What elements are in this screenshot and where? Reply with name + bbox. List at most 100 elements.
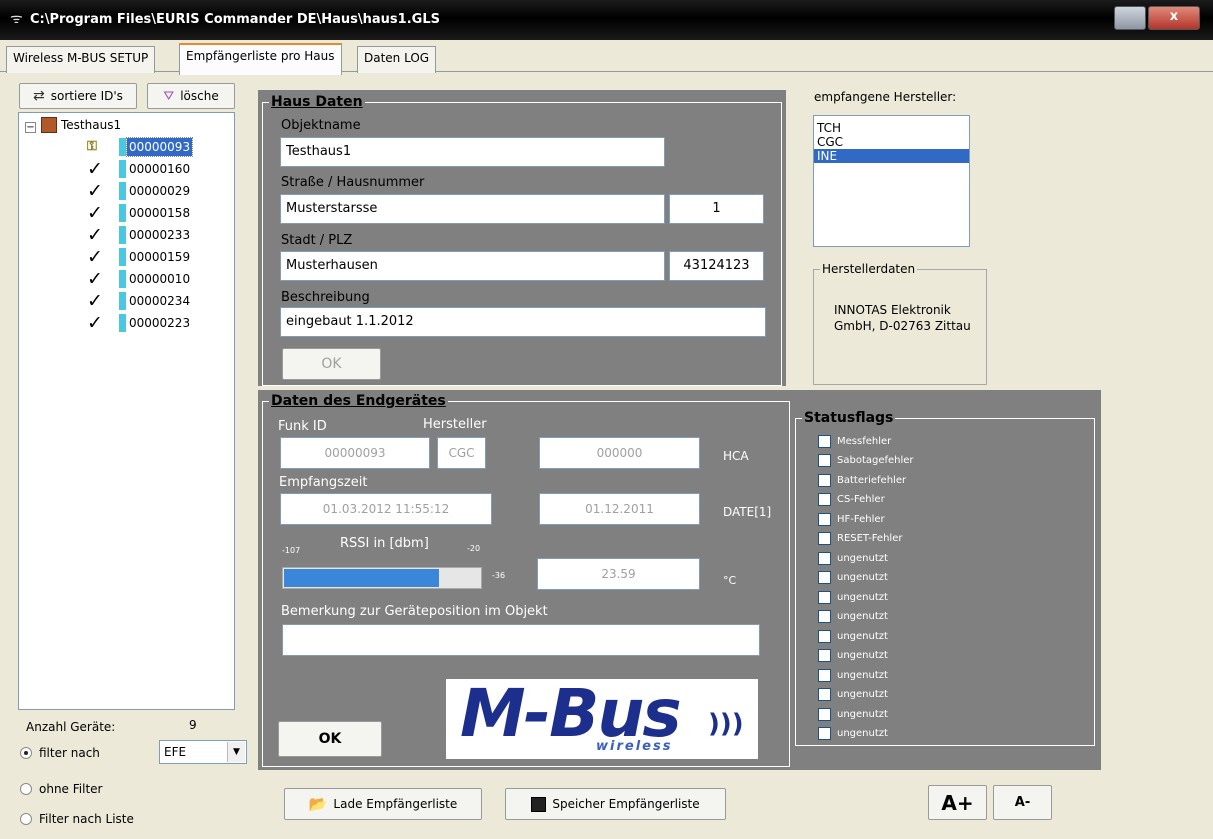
font-increase-button[interactable]: A+: [928, 785, 987, 820]
statusflag-row[interactable]: ungenutzt: [818, 569, 888, 587]
checkbox[interactable]: [818, 454, 831, 467]
checkbox[interactable]: [818, 688, 831, 701]
statusflag-label: ungenutzt: [837, 572, 888, 583]
date-field: 01.12.2011: [539, 493, 700, 525]
statusflag-row[interactable]: ungenutzt: [818, 608, 888, 626]
checkbox[interactable]: [818, 707, 831, 721]
close-button[interactable]: x: [1148, 6, 1200, 30]
minimize-button[interactable]: [1114, 6, 1146, 30]
statusflag-row[interactable]: RESET-Fehler: [818, 530, 902, 548]
statusflag-row[interactable]: Sabotagefehler: [818, 452, 914, 470]
tree-node[interactable]: 00000160: [127, 160, 192, 178]
hersteller-list[interactable]: TCH CGC INE: [813, 115, 970, 247]
radio-button[interactable]: [20, 783, 32, 795]
tree-node[interactable]: 00000158: [127, 204, 192, 222]
statusflag-label: Batteriefehler: [837, 474, 907, 486]
speicher-button[interactable]: Speicher Empfängerliste: [505, 788, 726, 820]
tab-wireless-setup[interactable]: Wireless M-BUS SETUP: [6, 46, 156, 73]
checkbox[interactable]: [818, 434, 831, 448]
filter-select[interactable]: EFE ▼: [159, 740, 247, 764]
tab-daten-log[interactable]: Daten LOG: [357, 46, 437, 73]
device-ok-button[interactable]: OK: [278, 721, 382, 757]
checkbox[interactable]: [818, 571, 831, 584]
radio-button[interactable]: [20, 747, 32, 759]
rssi-label: RSSI in [dbm]: [340, 536, 429, 551]
statusflag-label: HF-Fehler: [837, 513, 885, 525]
statusflag-row[interactable]: HF-Fehler: [818, 510, 885, 528]
statusflag-row[interactable]: Messfehler: [818, 432, 891, 450]
wireless-waves-icon: ))): [708, 709, 744, 739]
checkbox[interactable]: [818, 532, 831, 545]
mbus-logo-subtext: wireless: [596, 739, 673, 754]
delete-button[interactable]: ⛛ lösche: [147, 83, 235, 109]
hausnummer-field[interactable]: 1: [669, 194, 764, 224]
strasse-field[interactable]: Musterstarsse: [280, 194, 665, 224]
tree-node[interactable]: 00000010: [127, 270, 192, 288]
mbus-logo: M-Bus wireless ))): [446, 675, 758, 759]
checkbox[interactable]: [818, 493, 831, 506]
lade-button[interactable]: 📂 Lade Empfängerliste: [284, 788, 482, 820]
tree-node[interactable]: 00000159: [127, 248, 192, 266]
tree-node[interactable]: 00000223: [127, 314, 192, 332]
house-icon: [41, 117, 57, 133]
tree-node[interactable]: 00000234: [127, 292, 192, 310]
haus-daten-legend: Haus Daten: [271, 94, 363, 110]
checkbox[interactable]: [818, 590, 831, 604]
statusflag-label: ungenutzt: [837, 591, 888, 603]
funk-id-field: 00000093: [280, 437, 430, 469]
statusflag-label: RESET-Fehler: [837, 533, 903, 544]
checkbox[interactable]: [818, 551, 831, 565]
radio-filter-nach[interactable]: filter nach: [20, 746, 100, 760]
statusflag-label: ungenutzt: [837, 689, 888, 700]
stadt-field[interactable]: Musterhausen: [280, 251, 665, 281]
collapse-icon[interactable]: −: [25, 122, 36, 133]
statusflag-row[interactable]: ungenutzt: [818, 588, 888, 606]
tree-node[interactable]: 00000233: [127, 226, 192, 244]
chevron-down-icon[interactable]: ▼: [227, 742, 245, 762]
statusflag-row[interactable]: ungenutzt: [818, 666, 888, 684]
tree-root-label[interactable]: Testhaus1: [61, 118, 121, 132]
statusflag-row[interactable]: ungenutzt: [818, 705, 888, 723]
font-decrease-button[interactable]: A-: [993, 785, 1052, 820]
sort-icon: ⇄: [33, 88, 45, 104]
statusflag-row[interactable]: CS-Fehler: [818, 491, 885, 509]
count-label: Anzahl Geräte:: [26, 720, 116, 734]
herstellerdaten-text: INNOTAS Elektronik GmbH, D-02763 Zittau: [834, 303, 971, 333]
signal-meter-icon: [119, 226, 126, 244]
checkbox[interactable]: [818, 649, 831, 662]
temperature-field: 23.59: [537, 558, 700, 590]
radio-ohne-filter[interactable]: ohne Filter: [20, 782, 102, 796]
statusflag-row[interactable]: Batteriefehler: [818, 471, 906, 489]
checkbox[interactable]: [818, 629, 831, 643]
statusflag-row[interactable]: ungenutzt: [818, 627, 888, 645]
check-icon: ✓: [87, 202, 103, 224]
radio-filter-liste[interactable]: Filter nach Liste: [20, 812, 134, 826]
checkbox[interactable]: [818, 668, 831, 682]
statusflag-row[interactable]: ungenutzt: [818, 725, 888, 743]
objektname-field[interactable]: Testhaus1: [280, 137, 665, 167]
checkbox[interactable]: [818, 610, 831, 623]
plz-field[interactable]: 43124123: [669, 251, 764, 281]
title-bar: ᯤ C:\Program Files\EURIS Commander DE\Ha…: [0, 0, 1213, 40]
receiver-tree[interactable]: − Testhaus1 ⚿ 00000093 ✓ 00000160 ✓ 00000029 ✓…: [18, 112, 235, 710]
statusflag-row[interactable]: ungenutzt: [818, 549, 888, 567]
check-icon: ✓: [87, 246, 103, 268]
haus-ok-button[interactable]: OK: [282, 348, 381, 380]
list-item[interactable]: INE: [814, 149, 969, 163]
sort-ids-button[interactable]: ⇄ sortiere ID's: [19, 83, 137, 109]
tree-node[interactable]: 00000093: [125, 137, 194, 157]
checkbox[interactable]: [818, 727, 831, 740]
beschreibung-field[interactable]: eingebaut 1.1.2012: [280, 307, 766, 337]
bemerkung-field[interactable]: [282, 624, 760, 656]
checkbox[interactable]: [818, 473, 831, 487]
hersteller-label: Hersteller: [423, 417, 487, 432]
list-item[interactable]: TCH: [814, 121, 969, 135]
list-item[interactable]: CGC: [814, 135, 969, 149]
tab-empfaengerliste[interactable]: Empfängerliste pro Haus: [179, 43, 342, 75]
tree-node[interactable]: 00000029: [127, 182, 192, 200]
checkbox[interactable]: [818, 512, 831, 526]
radio-button[interactable]: [20, 813, 32, 825]
statusflag-row[interactable]: ungenutzt: [818, 647, 888, 665]
check-icon: ✓: [87, 180, 103, 202]
statusflag-row[interactable]: ungenutzt: [818, 686, 888, 704]
